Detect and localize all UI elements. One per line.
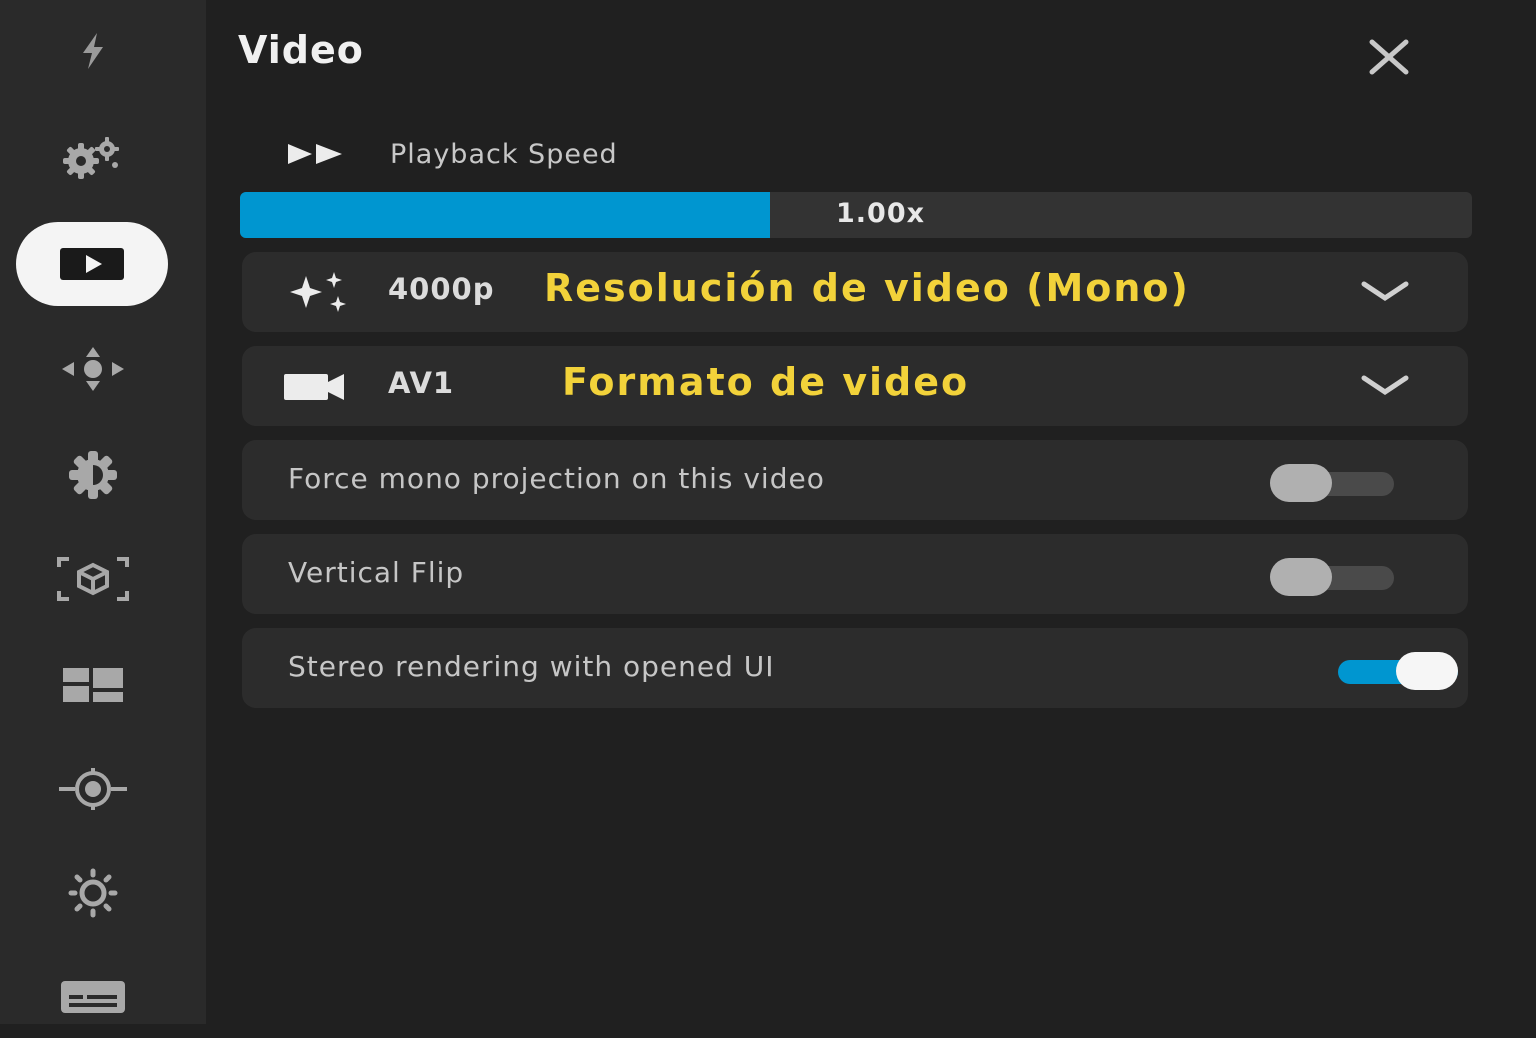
format-overlay-label: Formato de video	[562, 360, 970, 404]
dashboard-icon	[63, 668, 123, 702]
close-button[interactable]	[1366, 34, 1412, 80]
sidebar-item-move[interactable]	[41, 328, 145, 410]
sidebar-item-subtitles[interactable]	[41, 956, 145, 1038]
toggle-row-force-mono: Force mono projection on this video	[242, 440, 1468, 520]
vertical-flip-label: Vertical Flip	[288, 556, 465, 589]
move-arrows-icon	[62, 347, 124, 391]
chevron-down-icon	[1361, 375, 1409, 396]
format-value: AV1	[388, 366, 455, 400]
resolution-value: 4000p	[388, 272, 495, 306]
page-title: Video	[238, 28, 364, 72]
force-mono-label: Force mono projection on this video	[288, 462, 825, 495]
stereo-rendering-label: Stereo rendering with opened UI	[288, 650, 775, 683]
bolt-icon	[83, 33, 103, 69]
sidebar-item-dashboard[interactable]	[41, 644, 145, 726]
sparkle-icon	[290, 272, 346, 312]
video-play-icon	[60, 248, 124, 280]
toggle-row-vertical-flip: Vertical Flip	[242, 534, 1468, 614]
camera-icon	[284, 374, 344, 400]
sidebar-item-video[interactable]	[16, 222, 168, 306]
sidebar-item-3d[interactable]	[41, 538, 145, 620]
playback-speed-value: 1.00x	[836, 198, 926, 229]
force-mono-toggle[interactable]	[1270, 464, 1398, 502]
playback-speed-label: Playback Speed	[390, 138, 618, 170]
resolution-dropdown[interactable]: 4000p Resolución de video (Mono)	[242, 252, 1468, 332]
video-settings-panel: Video Playback Speed 1.00x 4000p Resoluc…	[206, 0, 1536, 1024]
playback-speed-slider[interactable]: 1.00x	[240, 192, 1472, 238]
subtitles-icon	[61, 981, 125, 1013]
format-dropdown[interactable]: AV1 Formato de video	[242, 346, 1468, 426]
gears-icon	[63, 137, 119, 179]
sidebar-item-settings[interactable]	[41, 434, 145, 516]
fast-forward-icon	[288, 144, 342, 164]
playback-speed-header: Playback Speed	[286, 130, 618, 178]
toggle-row-stereo-rendering: Stereo rendering with opened UI	[242, 628, 1468, 708]
close-icon	[1369, 39, 1409, 75]
slider-fill	[240, 192, 770, 238]
vertical-flip-toggle[interactable]	[1270, 558, 1398, 596]
gear-icon	[69, 451, 117, 499]
sidebar-item-target[interactable]	[41, 748, 145, 830]
sidebar-nav	[0, 0, 206, 1024]
resolution-overlay-label: Resolución de video (Mono)	[544, 266, 1190, 310]
sidebar-item-brightness[interactable]	[41, 852, 145, 934]
sidebar-item-bolt[interactable]	[41, 10, 145, 92]
chevron-down-icon	[1361, 281, 1409, 302]
stereo-rendering-toggle[interactable]	[1334, 652, 1462, 690]
target-icon	[59, 768, 127, 810]
3d-cube-scan-icon	[57, 557, 129, 601]
sidebar-item-gears[interactable]	[41, 116, 145, 198]
brightness-icon	[68, 868, 118, 918]
